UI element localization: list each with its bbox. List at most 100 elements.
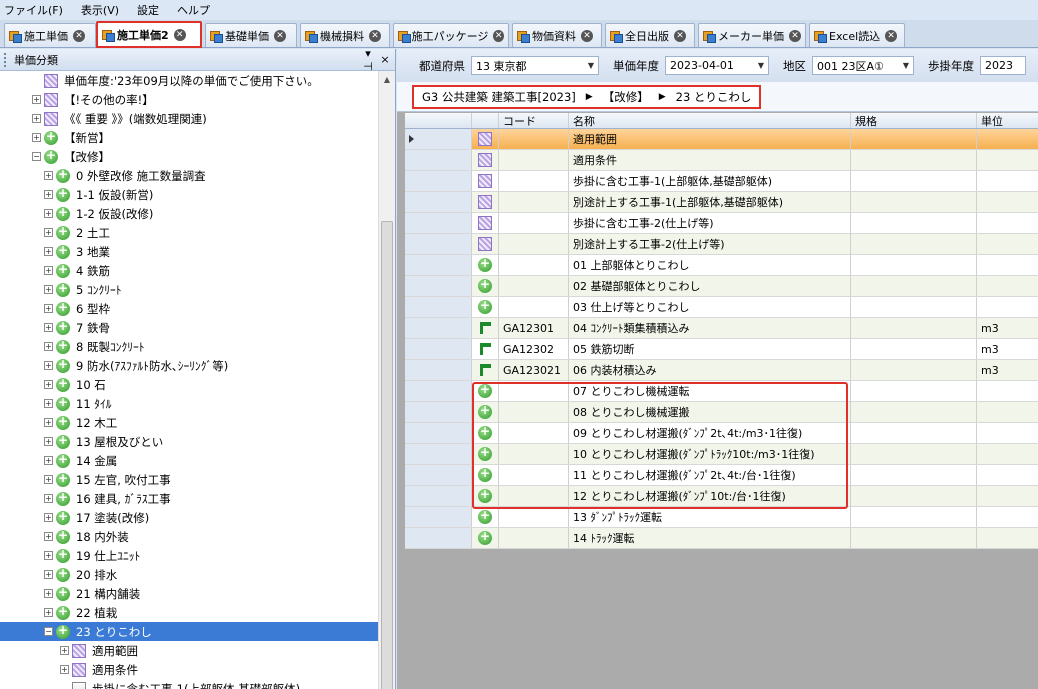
table-row[interactable]: 別途計上する工事-1(上部躯体,基礎部躯体) [405, 192, 1038, 213]
pin-icon[interactable]: ▾ ⊣ [361, 47, 375, 73]
table-row[interactable]: 11 とりこわし材運搬(ﾀﾞﾝﾌﾟ2t､4t:/台･1往復) [405, 465, 1038, 486]
close-icon[interactable]: ✕ [674, 29, 686, 42]
expand-icon[interactable]: + [44, 361, 53, 370]
close-icon[interactable]: ✕ [369, 29, 381, 42]
labor-year-select[interactable]: 2023 [980, 56, 1026, 75]
breadcrumb-item[interactable]: 【改修】 [603, 89, 649, 105]
tree-node[interactable]: +3 地業 [0, 242, 378, 261]
row-selector[interactable] [405, 423, 472, 443]
expand-icon[interactable]: + [44, 304, 53, 313]
tree-node[interactable]: − 23 とりこわし [0, 622, 378, 641]
breadcrumb-item[interactable]: 23 とりこわし [676, 89, 752, 105]
expand-icon[interactable]: + [44, 456, 53, 465]
prefecture-select[interactable]: 13 東京都 ▼ [471, 56, 599, 75]
tree-node[interactable]: +10 石 [0, 375, 378, 394]
tab-machine-rental[interactable]: 機械損料 ✕ [300, 23, 390, 47]
expand-icon[interactable]: + [44, 475, 53, 484]
tree-node[interactable]: +2 土工 [0, 223, 378, 242]
row-selector[interactable] [405, 444, 472, 464]
expand-icon[interactable]: + [44, 570, 53, 579]
collapse-icon[interactable]: − [44, 627, 53, 636]
tab-zennichi[interactable]: 全日出版 ✕ [605, 23, 695, 47]
tree-node[interactable]: − 【改修】 [0, 147, 378, 166]
tree-node[interactable]: +20 排水 [0, 565, 378, 584]
close-icon[interactable]: ✕ [274, 29, 286, 42]
table-row[interactable]: 08 とりこわし機械運搬 [405, 402, 1038, 423]
tree-node[interactable]: +12 木工 [0, 413, 378, 432]
district-select[interactable]: 001 23区A① ▼ [812, 56, 914, 75]
tree-node[interactable]: +8 既製ｺﾝｸﾘｰﾄ [0, 337, 378, 356]
expand-icon[interactable]: + [44, 418, 53, 427]
tree-node[interactable]: +1-2 仮設(改修) [0, 204, 378, 223]
tab-construction-unit-price[interactable]: 施工単価 ✕ [4, 23, 96, 47]
column-header-code[interactable]: コード [499, 113, 569, 128]
tree-node[interactable]: 歩掛に含む工事-1(上部躯体,基礎部躯体) [0, 679, 378, 689]
row-selector[interactable] [405, 528, 472, 548]
tree-node[interactable]: +6 型枠 [0, 299, 378, 318]
tree-node[interactable]: +18 内外装 [0, 527, 378, 546]
table-row[interactable]: 12 とりこわし材運搬(ﾀﾞﾝﾌﾟ10t:/台･1往復) [405, 486, 1038, 507]
tree-node[interactable]: +19 仕上ﾕﾆｯﾄ [0, 546, 378, 565]
scroll-thumb[interactable] [381, 221, 393, 689]
tree-node[interactable]: +17 塗装(改修) [0, 508, 378, 527]
expand-icon[interactable]: + [44, 513, 53, 522]
menu-file[interactable]: ファイル(F) [4, 2, 63, 18]
close-icon[interactable]: ✕ [73, 29, 85, 42]
row-selector[interactable] [405, 318, 472, 338]
tree-node[interactable]: +9 防水(ｱｽﾌｧﾙﾄ防水､ｼｰﾘﾝｸﾞ等) [0, 356, 378, 375]
row-selector[interactable] [405, 507, 472, 527]
tree-node[interactable]: +13 屋根及びとい [0, 432, 378, 451]
row-selector[interactable] [405, 360, 472, 380]
expand-icon[interactable]: + [44, 190, 53, 199]
table-row[interactable]: 10 とりこわし材運搬(ﾀﾞﾝﾌﾟﾄﾗｯｸ10t:/m3･1往復) [405, 444, 1038, 465]
close-icon[interactable]: ✕ [581, 29, 593, 42]
table-row[interactable]: GA12301 04 ｺﾝｸﾘｰﾄ類集積積込み m3 [405, 318, 1038, 339]
tab-basic-unit-price[interactable]: 基礎単価 ✕ [205, 23, 297, 47]
expand-icon[interactable]: + [44, 494, 53, 503]
row-selector[interactable] [405, 192, 472, 212]
table-row[interactable]: 歩掛に含む工事-2(仕上げ等) [405, 213, 1038, 234]
tree-node[interactable]: +21 構内舗装 [0, 584, 378, 603]
tab-construction-package[interactable]: 施工パッケージ ✕ [393, 23, 509, 47]
tree-node[interactable]: +11 ﾀｲﾙ [0, 394, 378, 413]
expand-icon[interactable]: + [44, 285, 53, 294]
tree-node[interactable]: +7 鉄骨 [0, 318, 378, 337]
expand-icon[interactable]: + [44, 228, 53, 237]
tree-node[interactable]: + 適用範囲 [0, 641, 378, 660]
row-selector[interactable] [405, 234, 472, 254]
table-row[interactable]: 01 上部躯体とりこわし [405, 255, 1038, 276]
close-icon[interactable]: ✕ [173, 28, 186, 41]
tab-maker-unit-price[interactable]: メーカー単価 ✕ [698, 23, 806, 47]
expand-icon[interactable]: + [60, 646, 69, 655]
expand-icon[interactable]: + [44, 532, 53, 541]
row-selector[interactable] [405, 150, 472, 170]
tree-node[interactable]: +5 ｺﾝｸﾘｰﾄ [0, 280, 378, 299]
row-selector[interactable] [405, 465, 472, 485]
menu-settings[interactable]: 設定 [137, 2, 159, 18]
tab-price-materials[interactable]: 物価資料 ✕ [512, 23, 602, 47]
row-selector[interactable] [405, 339, 472, 359]
table-row[interactable]: 13 ﾀﾞﾝﾌﾟﾄﾗｯｸ運転 [405, 507, 1038, 528]
expand-icon[interactable]: + [44, 342, 53, 351]
tree-node[interactable]: + 【!その他の率!】 [0, 90, 378, 109]
column-header-spec[interactable]: 規格 [851, 113, 977, 128]
close-icon[interactable]: ✕ [789, 29, 801, 42]
menu-view[interactable]: 表示(V) [81, 2, 119, 18]
close-icon[interactable]: ✕ [885, 29, 898, 42]
tab-construction-unit-price-2[interactable]: 施工単価2 ✕ [96, 21, 202, 48]
expand-icon[interactable]: + [44, 380, 53, 389]
table-row[interactable]: 別途計上する工事-2(仕上げ等) [405, 234, 1038, 255]
expand-icon[interactable]: + [44, 247, 53, 256]
grip-icon[interactable] [4, 52, 8, 67]
expand-icon[interactable]: + [32, 95, 41, 104]
tree-node[interactable]: +4 鉄筋 [0, 261, 378, 280]
tree-node[interactable]: +1-1 仮設(新営) [0, 185, 378, 204]
row-selector[interactable] [405, 129, 472, 149]
menu-help[interactable]: ヘルプ [177, 2, 210, 18]
table-row[interactable]: 歩掛に含む工事-1(上部躯体,基礎部躯体) [405, 171, 1038, 192]
tree-scrollbar[interactable]: ▲ [378, 71, 395, 689]
column-header-unit[interactable]: 単位 [977, 113, 1038, 128]
year-select[interactable]: 2023-04-01 ▼ [665, 56, 769, 75]
column-header-name[interactable]: 名称 [569, 113, 851, 128]
row-selector[interactable] [405, 402, 472, 422]
